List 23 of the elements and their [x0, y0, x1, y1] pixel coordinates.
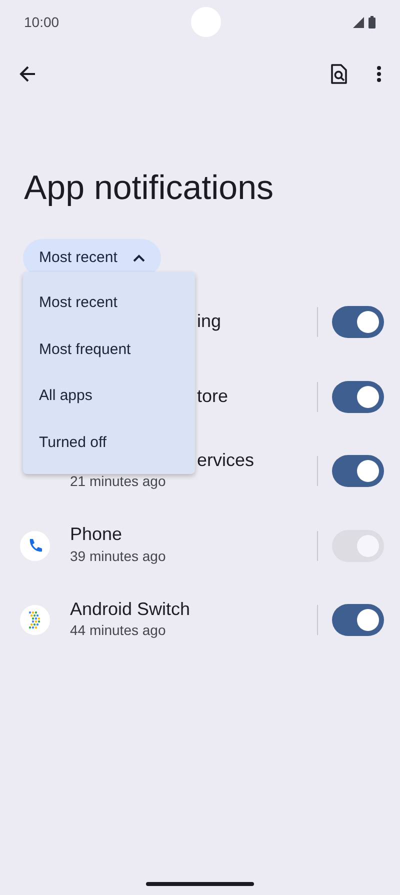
signal-icon [352, 16, 364, 28]
app-name: Phone [70, 524, 124, 546]
last-notification-time: 44 minutes ago [70, 621, 167, 640]
app-name: Android Switch [70, 598, 192, 620]
phone-app-icon [20, 530, 50, 561]
app-name: ing [197, 311, 222, 333]
menu-item[interactable]: Most frequent [23, 326, 195, 373]
notification-toggle[interactable] [332, 380, 384, 413]
clock-time: 10:00 [24, 12, 60, 32]
last-notification-time: 39 minutes ago [70, 546, 167, 566]
notification-toggle[interactable] [332, 604, 384, 636]
chevron-up-icon [133, 254, 146, 262]
page-title: App notifications [24, 168, 274, 209]
menu-item[interactable]: All apps [23, 373, 195, 420]
menu-item[interactable]: Turned off [23, 420, 195, 466]
switch-app-icon [20, 605, 50, 636]
battery-icon [368, 16, 376, 28]
last-notification-time: 21 minutes ago [70, 472, 167, 492]
notification-toggle[interactable] [332, 306, 384, 338]
menu-item[interactable]: Most recent [23, 280, 195, 326]
notification-toggle[interactable] [332, 455, 384, 488]
app-name: ervices [197, 450, 256, 472]
app-name: tore [197, 386, 230, 408]
